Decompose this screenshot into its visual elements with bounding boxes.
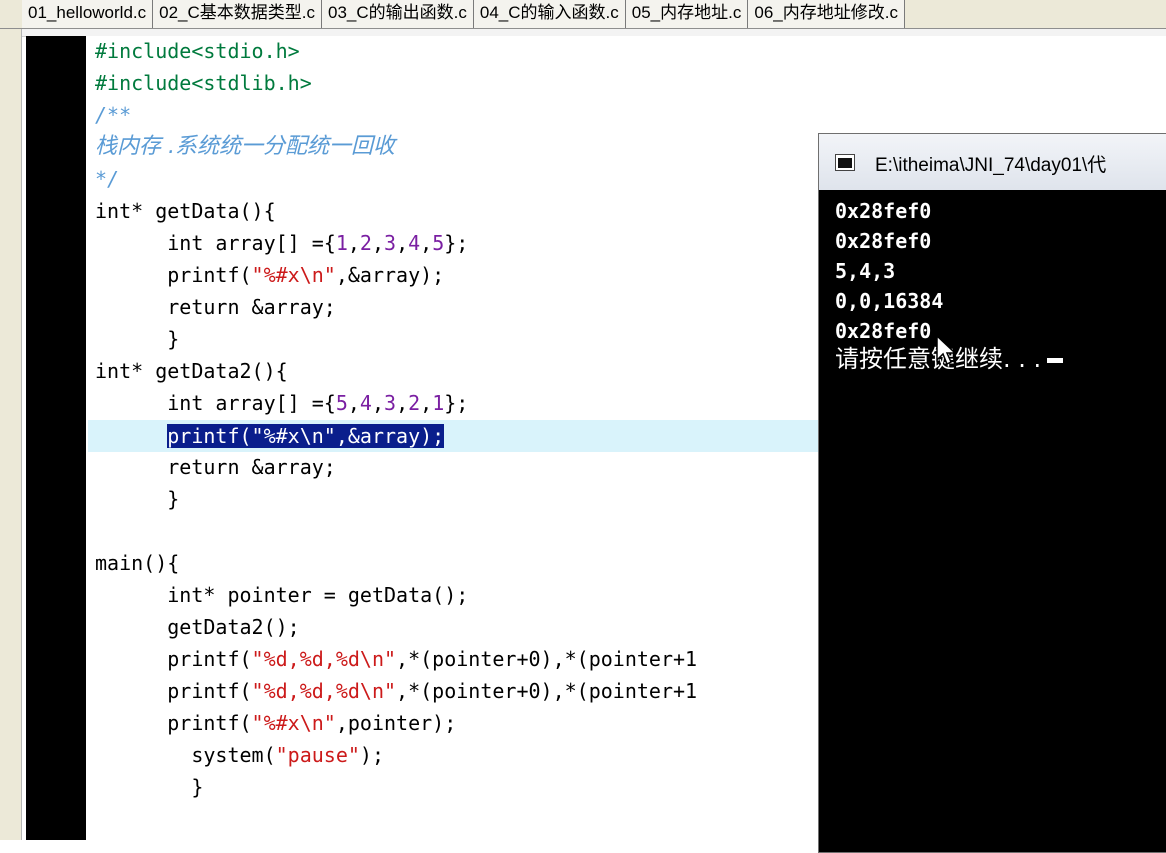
comment: 栈内存 .系统统一分配统一回收 [95, 134, 395, 159]
console-app-icon [835, 154, 855, 171]
code-text: } [95, 327, 180, 351]
number-literal: 4 [408, 231, 421, 255]
string-literal: "%#x\n" [251, 711, 336, 735]
string-literal: "%#x\n" [251, 263, 336, 287]
tab-03-output-functions[interactable]: 03_C的输出函数.c [322, 0, 474, 28]
code-line[interactable]: system("pause"); [95, 739, 384, 771]
tab-01-helloworld[interactable]: 01_helloworld.c [22, 0, 154, 28]
code-text: system( [95, 743, 276, 767]
code-line[interactable]: main(){ [95, 547, 179, 579]
tab-04-input-functions[interactable]: 04_C的输入函数.c [473, 0, 626, 28]
code-line[interactable]: } [95, 483, 179, 515]
code-text: ); [359, 743, 385, 767]
code-line[interactable]: int array[] ={5,4,3,2,1}; [95, 387, 468, 419]
code-line[interactable]: /** [95, 99, 131, 131]
console-output[interactable]: 0x28fef0 0x28fef0 5,4,3 0,0,16384 0x28fe… [819, 190, 1166, 850]
text-cursor [1047, 357, 1064, 363]
tab-02-data-types[interactable]: 02_C基本数据类型.c [153, 0, 323, 28]
code-line[interactable]: */ [95, 163, 119, 195]
code-text: , [347, 391, 360, 415]
code-line[interactable]: int* getData(){ [95, 195, 276, 227]
code-text: , [396, 391, 409, 415]
code-text: int* pointer = getData(); [95, 583, 469, 607]
code-text: , [371, 391, 385, 415]
console-output-line: 0,0,16384 [835, 289, 944, 313]
console-window[interactable]: E:\itheima\JNI_74\day01\代 0x28fef0 0x28f… [818, 133, 1166, 853]
code-line[interactable]: int* getData2(){ [95, 355, 288, 387]
console-output-line: 0x28fef0 [835, 319, 932, 343]
code-text: , [420, 391, 433, 415]
number-literal: 3 [384, 391, 397, 415]
code-line-selected[interactable]: printf("%#x\n",&array); [95, 420, 445, 452]
console-output-line: 0x28fef0 [835, 199, 932, 223]
number-literal: 2 [359, 231, 372, 255]
code-line[interactable]: #include<stdio.h> [95, 35, 300, 67]
code-text: main(){ [95, 551, 180, 575]
string-literal: "%d,%d,%d\n" [251, 647, 397, 671]
code-line[interactable]: } [95, 771, 203, 803]
code-text: printf( [95, 647, 252, 671]
string-literal: "pause" [275, 743, 360, 767]
tab-06-memory-address-modify[interactable]: 06_内存地址修改.c [748, 0, 905, 28]
console-title-bar[interactable]: E:\itheima\JNI_74\day01\代 [819, 134, 1166, 191]
code-line[interactable]: } [95, 323, 179, 355]
code-text: printf( [95, 263, 252, 287]
code-text: int array[] ={ [95, 391, 336, 415]
console-output-line: 5,4,3 [835, 259, 896, 283]
code-text: , [371, 231, 385, 255]
code-text: , [396, 231, 409, 255]
editor-left-frame [0, 29, 22, 840]
code-line[interactable]: printf("%#x\n",&array); [95, 259, 444, 291]
file-tab-bar: 01_helloworld.c 02_C基本数据类型.c 03_C的输出函数.c… [0, 0, 1166, 29]
code-text: , [420, 231, 433, 255]
selected-text[interactable]: printf("%#x\n",&array); [167, 424, 445, 448]
number-literal: 1 [432, 391, 445, 415]
line-number-gutter [26, 36, 86, 840]
number-literal: 5 [335, 391, 348, 415]
code-line[interactable]: printf("%d,%d,%d\n",*(pointer+0),*(point… [95, 675, 697, 707]
code-text: return &array; [95, 295, 336, 319]
code-line[interactable]: 栈内存 .系统统一分配统一回收 [95, 131, 395, 163]
preprocessor-directive: #include<stdlib.h> [95, 71, 312, 95]
code-text: getData2(); [95, 615, 300, 639]
code-line[interactable]: int* pointer = getData(); [95, 579, 468, 611]
code-text: ,*(pointer+0),*(pointer+1 [396, 679, 698, 703]
code-text: int* getData(){ [95, 199, 276, 223]
code-line[interactable]: printf("%d,%d,%d\n",*(pointer+0),*(point… [95, 643, 697, 675]
code-text: int* getData2(){ [95, 359, 288, 383]
number-literal: 4 [359, 391, 372, 415]
code-line[interactable]: return &array; [95, 451, 336, 483]
code-text: return &array; [95, 455, 336, 479]
code-text: }; [444, 231, 469, 255]
code-line[interactable]: printf("%#x\n",pointer); [95, 707, 456, 739]
number-literal: 2 [408, 391, 421, 415]
code-text: } [95, 775, 204, 799]
code-text: ,*(pointer+0),*(pointer+1 [396, 647, 698, 671]
code-line[interactable]: #include<stdlib.h> [95, 67, 312, 99]
comment: */ [95, 167, 120, 191]
code-text: ,&array); [335, 263, 445, 287]
number-literal: 3 [384, 231, 397, 255]
preprocessor-directive: #include<stdio.h> [95, 39, 300, 63]
tab-05-memory-address[interactable]: 05_内存地址.c [625, 0, 749, 28]
code-line[interactable]: return &array; [95, 291, 336, 323]
console-output-line: 0x28fef0 [835, 229, 932, 253]
string-literal: "%d,%d,%d\n" [251, 679, 397, 703]
code-line[interactable]: int array[] ={1,2,3,4,5}; [95, 227, 468, 259]
console-title: E:\itheima\JNI_74\day01\代 [875, 155, 1107, 176]
number-literal: 1 [335, 231, 348, 255]
code-text: }; [444, 391, 469, 415]
code-line[interactable]: getData2(); [95, 611, 300, 643]
code-text: , [347, 231, 360, 255]
comment: /** [95, 103, 132, 127]
code-text: printf( [95, 679, 252, 703]
code-text: } [95, 487, 180, 511]
code-text: ,pointer); [335, 711, 457, 735]
number-literal: 5 [432, 231, 445, 255]
code-text: int array[] ={ [95, 231, 336, 255]
code-text: printf( [95, 711, 252, 735]
